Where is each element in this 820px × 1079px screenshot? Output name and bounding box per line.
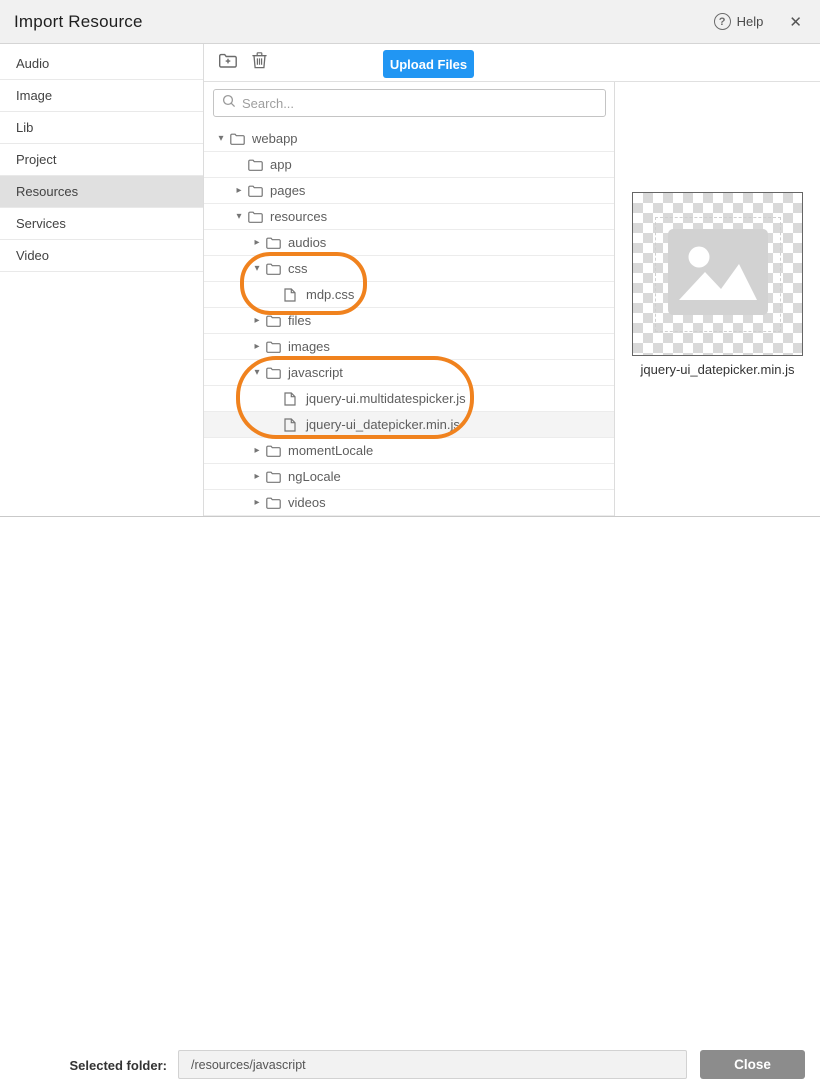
- tree-item-label: pages: [270, 183, 305, 198]
- sidebar-item-label: Services: [16, 216, 66, 231]
- folder-icon: [266, 497, 282, 509]
- file-icon: [284, 418, 300, 432]
- sidebar-item-services[interactable]: Services: [0, 208, 203, 240]
- file-tree-panel: ▾ webapp app ▸: [204, 82, 615, 516]
- sidebar-item-image[interactable]: Image: [0, 80, 203, 112]
- preview-box: [632, 192, 803, 356]
- sidebar: Audio Image Lib Project Resources Servic…: [0, 44, 204, 516]
- tree-row-jquery-ui-datepicker-min-js[interactable]: jquery-ui_datepicker.min.js: [204, 412, 614, 438]
- tree-item-label: mdp.css: [306, 287, 354, 302]
- sidebar-item-video[interactable]: Video: [0, 240, 203, 272]
- tree-item-label: webapp: [252, 131, 298, 146]
- expand-arrow-icon[interactable]: ▸: [248, 471, 266, 482]
- search-box[interactable]: [213, 89, 606, 117]
- page-title: Import Resource: [14, 12, 143, 32]
- tree-row-jquery-ui-multidatespicker-js[interactable]: jquery-ui.multidatespicker.js: [204, 386, 614, 412]
- folder-icon: [266, 315, 282, 327]
- folder-icon: [266, 471, 282, 483]
- dialog-header: Import Resource ? Help ✕: [0, 0, 820, 44]
- search-area: [204, 82, 614, 126]
- import-resource-dialog: Import Resource ? Help ✕ Audio Image Lib…: [0, 0, 820, 580]
- expand-arrow-icon[interactable]: ▸: [248, 497, 266, 508]
- folder-icon: [248, 211, 264, 223]
- add-folder-icon: [218, 52, 238, 74]
- tree-item-label: css: [288, 261, 308, 276]
- tree-item-label: momentLocale: [288, 443, 373, 458]
- sidebar-item-project[interactable]: Project: [0, 144, 203, 176]
- folder-icon: [266, 263, 282, 275]
- file-icon: [284, 392, 300, 406]
- sidebar-item-label: Lib: [16, 120, 33, 135]
- close-button[interactable]: Close: [700, 1050, 805, 1079]
- sidebar-item-label: Video: [16, 248, 49, 263]
- tree-row-audios[interactable]: ▸ audios: [204, 230, 614, 256]
- file-tree: ▾ webapp app ▸: [204, 126, 614, 516]
- tree-row-files[interactable]: ▸ files: [204, 308, 614, 334]
- help-label: Help: [737, 14, 764, 29]
- tree-item-label: jquery-ui.multidatespicker.js: [306, 391, 466, 406]
- expand-arrow-icon[interactable]: ▸: [248, 445, 266, 456]
- sidebar-item-audio[interactable]: Audio: [0, 48, 203, 80]
- tree-item-label: ngLocale: [288, 469, 341, 484]
- folder-icon: [266, 367, 282, 379]
- tree-row-pages[interactable]: ▸ pages: [204, 178, 614, 204]
- footer-bar: Selected folder: Close: [0, 516, 820, 580]
- sidebar-item-label: Resources: [16, 184, 78, 199]
- toolbar: Upload Files: [204, 44, 820, 82]
- tree-item-label: audios: [288, 235, 326, 250]
- folder-icon: [266, 341, 282, 353]
- sidebar-item-label: Image: [16, 88, 52, 103]
- expand-arrow-icon[interactable]: ▸: [248, 315, 266, 326]
- sidebar-item-lib[interactable]: Lib: [0, 112, 203, 144]
- folder-icon: [230, 133, 246, 145]
- expand-arrow-icon[interactable]: ▸: [248, 237, 266, 248]
- sidebar-item-resources[interactable]: Resources: [0, 176, 203, 208]
- selected-folder-input[interactable]: [178, 1050, 687, 1079]
- expand-arrow-icon[interactable]: ▸: [230, 185, 248, 196]
- expand-arrow-icon[interactable]: ▸: [248, 341, 266, 352]
- tree-item-label: jquery-ui_datepicker.min.js: [306, 417, 460, 432]
- tree-row-resources[interactable]: ▾ resources: [204, 204, 614, 230]
- tree-row-momentlocale[interactable]: ▸ momentLocale: [204, 438, 614, 464]
- sidebar-item-label: Project: [16, 152, 56, 167]
- tree-row-webapp[interactable]: ▾ webapp: [204, 126, 614, 152]
- preview-panel: jquery-ui_datepicker.min.js: [615, 82, 820, 516]
- expand-arrow-icon[interactable]: ▾: [230, 211, 248, 222]
- tree-row-mdp-css[interactable]: mdp.css: [204, 282, 614, 308]
- selected-folder-label: Selected folder:: [0, 1058, 167, 1073]
- tree-item-label: videos: [288, 495, 326, 510]
- placeholder-frame: [655, 217, 781, 332]
- tree-row-app[interactable]: app: [204, 152, 614, 178]
- add-folder-button[interactable]: [214, 49, 242, 77]
- folder-icon: [266, 445, 282, 457]
- preview-caption: jquery-ui_datepicker.min.js: [615, 362, 820, 377]
- tree-item-label: app: [270, 157, 292, 172]
- tree-item-label: images: [288, 339, 330, 354]
- close-icon[interactable]: ✕: [785, 11, 806, 33]
- search-input[interactable]: [242, 96, 597, 111]
- help-button[interactable]: ? Help: [714, 13, 764, 30]
- folder-icon: [248, 159, 264, 171]
- expand-arrow-icon[interactable]: ▾: [248, 367, 266, 378]
- file-icon: [284, 288, 300, 302]
- help-icon: ?: [714, 13, 731, 30]
- tree-item-label: files: [288, 313, 311, 328]
- tree-item-label: javascript: [288, 365, 343, 380]
- expand-arrow-icon[interactable]: ▾: [212, 133, 230, 144]
- tree-row-nglocale[interactable]: ▸ ngLocale: [204, 464, 614, 490]
- upload-files-button[interactable]: Upload Files: [383, 50, 474, 78]
- delete-icon: [251, 51, 268, 74]
- search-icon: [222, 94, 236, 113]
- image-placeholder-icon: [668, 229, 768, 320]
- folder-icon: [248, 185, 264, 197]
- folder-icon: [266, 237, 282, 249]
- tree-row-javascript[interactable]: ▾ javascript: [204, 360, 614, 386]
- tree-row-images[interactable]: ▸ images: [204, 334, 614, 360]
- tree-item-label: resources: [270, 209, 327, 224]
- tree-row-videos[interactable]: ▸ videos: [204, 490, 614, 516]
- expand-arrow-icon[interactable]: ▾: [248, 263, 266, 274]
- sidebar-item-label: Audio: [16, 56, 49, 71]
- tree-row-css[interactable]: ▾ css: [204, 256, 614, 282]
- delete-button[interactable]: [245, 49, 273, 77]
